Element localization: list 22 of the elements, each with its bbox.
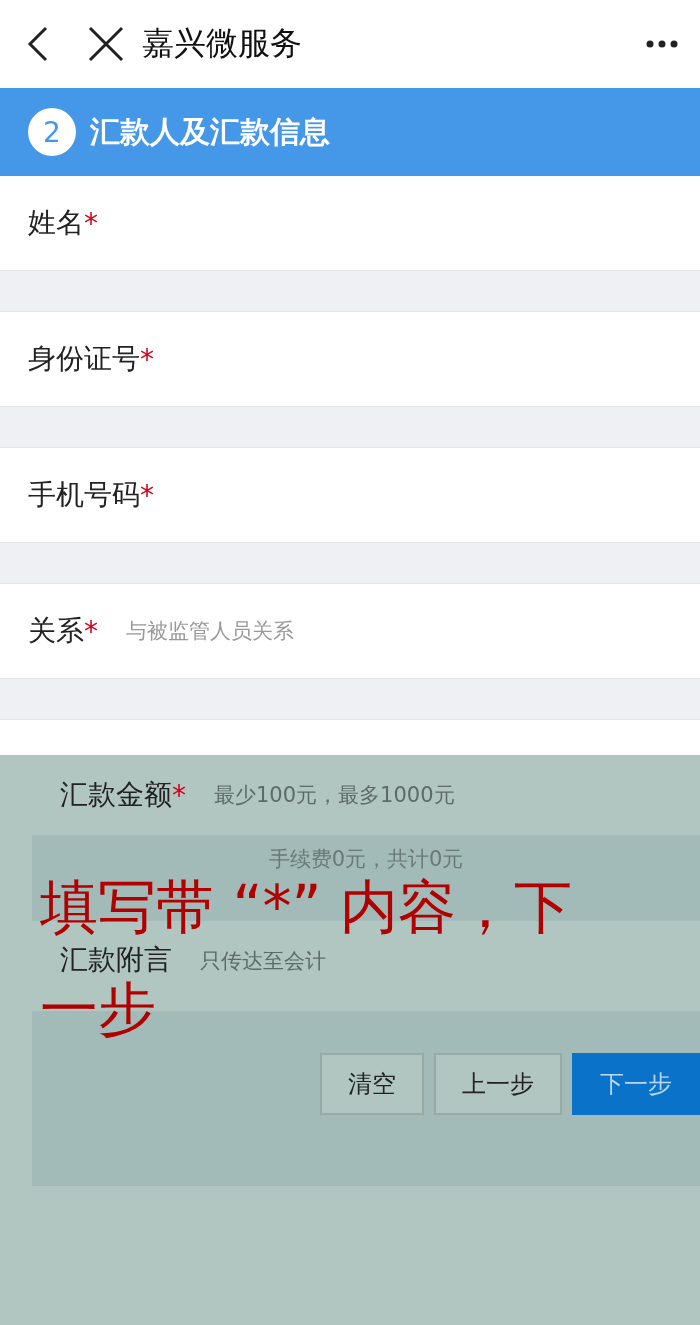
required-mark: * <box>140 478 154 512</box>
more-icon[interactable] <box>646 40 678 48</box>
field-label: 汇款金额 <box>60 777 172 813</box>
required-mark: * <box>84 614 98 648</box>
annotation-text: 填写带 “*” 内容，下 <box>40 878 572 936</box>
section-title: 汇款人及汇款信息 <box>90 112 330 151</box>
close-icon[interactable] <box>88 26 124 62</box>
annotation-text: 一步 <box>40 980 156 1038</box>
field-label: 关系 <box>28 613 84 649</box>
required-mark: * <box>172 778 186 812</box>
field-label: 汇款附言 <box>60 942 172 978</box>
field-label: 手机号码 <box>28 477 140 513</box>
required-mark: * <box>84 206 98 240</box>
required-mark: * <box>140 342 154 376</box>
field-label: 姓名 <box>28 205 84 241</box>
back-icon[interactable] <box>26 26 50 62</box>
app-title: 嘉兴微服务 <box>142 23 303 64</box>
step-button[interactable]: 清空 <box>320 1053 424 1115</box>
field-label: 身份证号 <box>28 341 140 377</box>
fee-summary: 手续费0元，共计0元 <box>268 846 464 873</box>
step-number: 2 <box>28 108 76 156</box>
step-button[interactable]: 上一步 <box>434 1053 562 1115</box>
